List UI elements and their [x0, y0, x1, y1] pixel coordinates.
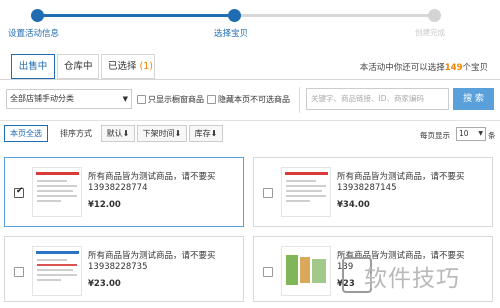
sort-arrow-down-icon: ⬇	[210, 129, 218, 138]
sort-label: 排序方式	[60, 129, 92, 138]
list-toolbar: 本页全选 排序方式 默认⬇ 下架时间⬇ 库存⬇ 每页显示 10 ▼ 条	[0, 120, 500, 144]
progress-steps: 设置活动信息 选择宝贝 创建完成	[0, 0, 500, 42]
watermark-text: 软件技巧	[364, 266, 460, 292]
sort-default-button[interactable]: 默认⬇	[101, 125, 135, 142]
filter-bar: 全部店铺手动分类 ▼ 只显示橱窗商品 隐藏本页不可选商品 关键字、商品链接、ID…	[0, 83, 500, 115]
per-page-label: 每页显示	[420, 131, 450, 140]
step-connector-pending	[234, 14, 434, 17]
product-price: ¥23.00	[88, 279, 121, 289]
product-title: 所有商品皆为测试商品，请不要买	[337, 172, 465, 182]
sort-time-label: 下架时间	[142, 129, 175, 138]
product-card[interactable]: 所有商品皆为测试商品，请不要买 13938228735 ¥23.00	[4, 236, 244, 302]
product-tabs: 出售中 仓库中 已选择 (1) 本活动中你还可以选择149个宝贝	[0, 52, 500, 80]
dropdown-arrow-icon: ▼	[122, 95, 128, 103]
sort-time-button[interactable]: 下架时间⬇	[137, 125, 187, 142]
product-id: 13938287145	[337, 183, 397, 193]
hide-unselectable-checkbox[interactable]	[207, 95, 216, 104]
dropdown-arrow-icon: ▼	[478, 130, 483, 137]
product-title: 所有商品皆为测试商品，请不要买	[88, 172, 216, 182]
quota-suffix: 个宝贝	[462, 63, 488, 73]
per-page-value: 10	[459, 129, 469, 138]
per-page-unit: 条	[488, 131, 496, 140]
step-2-dot-icon	[228, 9, 241, 22]
product-checkbox[interactable]	[14, 186, 24, 198]
show-window-only-label: 只显示橱窗商品	[148, 95, 204, 104]
tab-on-sale[interactable]: 出售中	[11, 54, 55, 79]
product-thumbnail-form-icon	[281, 167, 331, 217]
product-checkbox[interactable]	[263, 267, 273, 277]
product-card[interactable]: 所有商品皆为测试商品，请不要买 13938228774 ¥12.00	[4, 157, 244, 227]
search-button[interactable]: 搜 索	[453, 88, 494, 110]
sort-arrow-down-icon: ⬇	[174, 129, 182, 138]
product-card[interactable]: 所有商品皆为测试商品，请不要买 13938287145 ¥34.00	[253, 157, 493, 227]
product-title: 所有商品皆为测试商品，请不要买	[88, 251, 216, 261]
category-dropdown[interactable]: 全部店铺手动分类 ▼	[6, 89, 132, 109]
product-checkbox[interactable]	[263, 188, 273, 198]
show-window-only-checkbox[interactable]	[137, 95, 146, 104]
sort-arrow-down-icon: ⬇	[122, 129, 130, 138]
product-thumbnail-form-icon	[32, 246, 82, 296]
divider	[299, 87, 300, 113]
step-1-label: 设置活动信息	[8, 29, 60, 39]
step-3-dot-icon	[428, 9, 441, 22]
product-thumbnail-form-icon	[32, 167, 82, 217]
product-thumbnail-image-icon	[281, 246, 331, 296]
watermark: 软件技巧	[342, 251, 492, 301]
quota-text: 本活动中你还可以选择149个宝贝	[360, 61, 488, 73]
hide-unselectable-label: 隐藏本页不可选商品	[218, 95, 290, 104]
sort-default-label: 默认	[106, 129, 123, 138]
product-checkbox[interactable]	[14, 267, 24, 277]
select-all-button[interactable]: 本页全选	[4, 125, 48, 142]
selected-count-badge: (1)	[139, 61, 154, 72]
category-dropdown-value: 全部店铺手动分类	[10, 94, 74, 103]
sort-stock-label: 库存	[194, 129, 211, 138]
product-id: 13938228774	[88, 183, 148, 193]
product-id: 13938228735	[88, 262, 148, 272]
step-2-label: 选择宝贝	[214, 29, 249, 39]
step-3-label: 创建完成	[415, 28, 445, 37]
sort-stock-button[interactable]: 库存⬇	[189, 125, 223, 142]
tab-selected[interactable]: 已选择 (1)	[101, 54, 155, 79]
quota-prefix: 本活动中你还可以选择	[359, 63, 445, 73]
product-price: ¥34.00	[337, 200, 370, 210]
search-input[interactable]: 关键字、商品链接、ID、商家编码	[306, 88, 449, 110]
step-connector-done	[40, 14, 234, 17]
step-1-dot-icon	[31, 9, 44, 22]
product-price: ¥12.00	[88, 200, 121, 210]
quota-count: 149	[444, 63, 463, 73]
per-page-dropdown[interactable]: 10 ▼	[456, 127, 486, 141]
tab-selected-label: 已选择	[108, 61, 137, 72]
tab-warehouse[interactable]: 仓库中	[57, 54, 99, 79]
